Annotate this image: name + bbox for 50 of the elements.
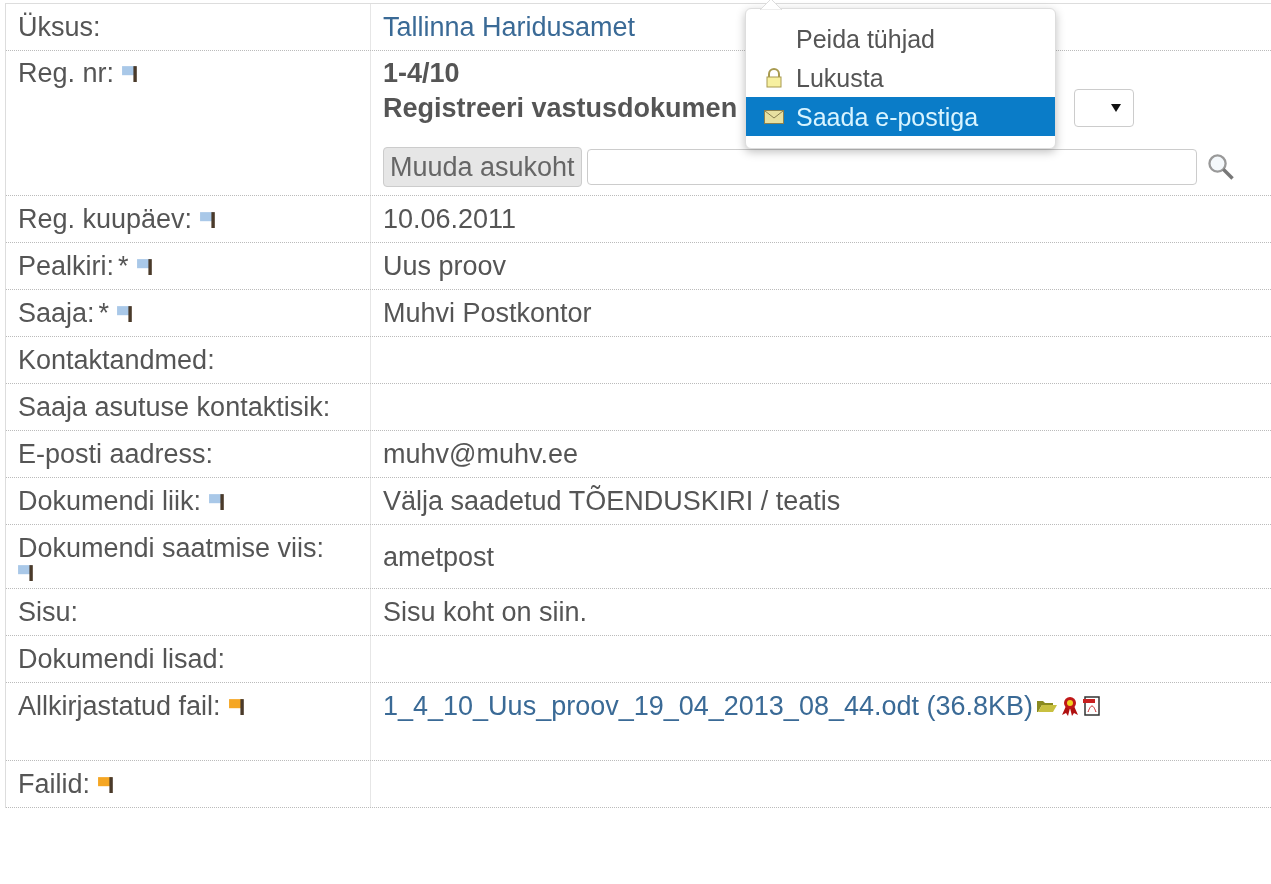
field-value: muhv@muhv.ee — [383, 438, 578, 470]
field-value: Muhvi Postkontor — [383, 297, 592, 329]
location-search-field[interactable] — [586, 149, 1197, 185]
field-label: Saaja: — [18, 297, 95, 329]
field-label: E-posti aadress: — [18, 438, 214, 470]
file-link[interactable]: 1_4_10_Uus_proov_19_04_2013_08_44.odt (36.8KB) — [383, 690, 1034, 722]
menu-item[interactable]: Peida tühjad — [746, 19, 1055, 58]
required-mark: * — [118, 250, 129, 282]
pdf-document-icon[interactable] — [1083, 696, 1102, 716]
change-location-button[interactable]: Muuda asukoht — [383, 147, 582, 187]
flag-icon[interactable] — [228, 697, 245, 715]
field-label: Reg. nr: — [18, 57, 115, 89]
search-icon[interactable] — [1205, 152, 1236, 182]
flag-icon[interactable] — [136, 257, 153, 275]
field-label: Kontaktandmed: — [18, 344, 215, 376]
field-value: Uus proov — [383, 250, 507, 282]
field-value: 10.06.2011 — [383, 203, 517, 235]
dropdown-arrow-icon — [1110, 104, 1121, 112]
menu-item[interactable]: Lukusta — [746, 58, 1055, 97]
flag-icon[interactable] — [209, 492, 226, 510]
field-label: Dokumendi liik: — [18, 485, 202, 517]
menu-item-label: Saada e-postiga — [796, 101, 979, 133]
field-value: Sisu koht on siin. — [383, 596, 588, 628]
field-label: Dokumendi saatmise viis: — [18, 532, 326, 564]
register-action-label: Registreeri vastusdokumen — [383, 92, 738, 124]
flag-icon[interactable] — [117, 304, 134, 322]
padlock-icon — [765, 67, 783, 88]
field-value: Välja saadetud TÕENDUSKIRI / teatis — [383, 485, 841, 517]
field-label: Allkirjastatud fail: — [18, 690, 221, 722]
field-label: Saaja asutuse kontaktisik: — [18, 391, 331, 423]
flag-icon[interactable] — [200, 210, 217, 228]
field-label: Failid: — [18, 768, 91, 800]
menu-item-label: Peida tühjad — [796, 23, 935, 55]
folder-icon[interactable] — [1037, 699, 1058, 713]
field-label: Üksus: — [18, 11, 101, 43]
ribbon-icon[interactable] — [1061, 696, 1080, 716]
field-label: Reg. kuupäev: — [18, 203, 193, 235]
field-label: Dokumendi lisad: — [18, 643, 226, 675]
field-label: Sisu: — [18, 596, 79, 628]
envelope-icon — [764, 109, 784, 124]
flag-icon[interactable] — [98, 775, 115, 793]
registration-number: 1-4/10 — [383, 57, 460, 89]
unit-link[interactable]: Tallinna Haridusamet — [383, 11, 636, 43]
flag-icon[interactable] — [122, 64, 139, 82]
menu-item-label: Lukusta — [796, 62, 884, 94]
field-label: Pealkiri: — [18, 250, 115, 282]
required-mark: * — [98, 297, 110, 329]
menu-item[interactable]: Saada e-postiga — [746, 97, 1055, 136]
flag-icon[interactable] — [18, 564, 34, 581]
field-value: ametpost — [383, 540, 495, 573]
